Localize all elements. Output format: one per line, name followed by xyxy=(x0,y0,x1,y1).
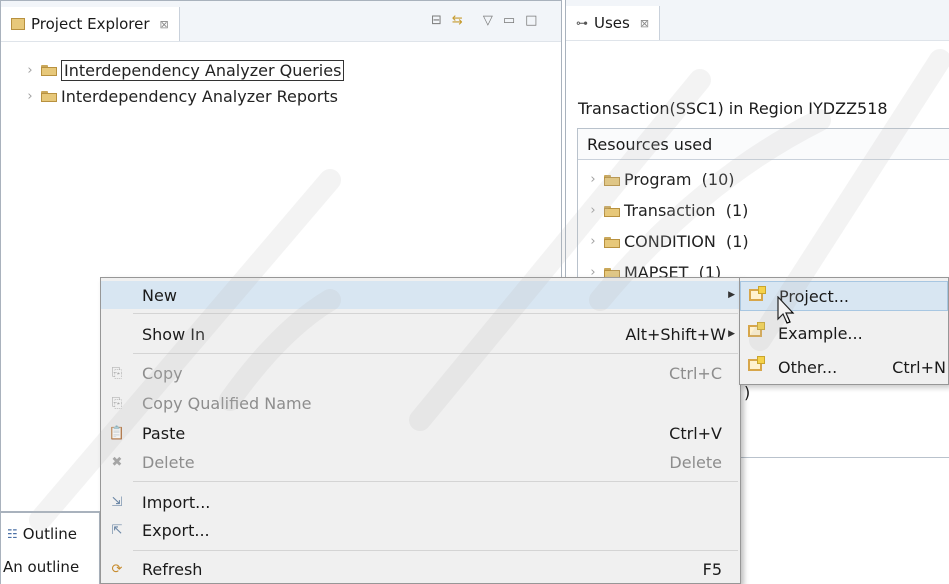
submenu-item-label: Example... xyxy=(778,323,863,343)
export-icon: ⇱ xyxy=(111,522,123,538)
tab-label: Uses xyxy=(594,14,630,32)
chevron-right-icon[interactable]: › xyxy=(23,63,37,78)
new-example-icon xyxy=(748,322,766,343)
menu-separator xyxy=(133,313,738,314)
menu-item-label: New xyxy=(142,285,177,305)
menu-item-label: Export... xyxy=(142,520,210,540)
menu-item-refresh[interactable]: ⟳ Refresh F5 xyxy=(101,555,740,583)
copy-qualified-name-icon: ⎘ xyxy=(111,395,123,411)
tree-item-label: Interdependency Analyzer Reports xyxy=(61,86,338,106)
tab-label: Project Explorer xyxy=(31,15,150,33)
menu-separator xyxy=(133,550,738,551)
tree-item-reports[interactable]: › Interdependency Analyzer Reports xyxy=(23,83,344,109)
menu-item-shortcut: Delete xyxy=(669,452,722,472)
resource-item-condition[interactable]: › CONDITION (1) xyxy=(586,226,949,257)
submenu-item-other[interactable]: Other... Ctrl+N xyxy=(740,352,948,382)
maximize-icon[interactable]: □ xyxy=(525,13,537,28)
link-with-editor-icon[interactable]: ⇆ xyxy=(452,13,463,28)
mouse-cursor-icon xyxy=(777,296,795,324)
menu-item-copy-qualified-name[interactable]: ⎘ Copy Qualified Name xyxy=(101,389,740,417)
folder-icon xyxy=(604,174,620,186)
resources-tree: › Program (10) › Transaction (1) › CONDI… xyxy=(578,160,949,288)
project-explorer-icon xyxy=(11,18,25,30)
resource-label: Transaction (1) xyxy=(624,201,749,220)
project-explorer-tabbar: Project Explorer ⊠ ⊟ ⇆ ▽ ▭ □ xyxy=(1,1,561,42)
refresh-icon: ⟳ xyxy=(111,561,123,577)
uses-icon: ⊶ xyxy=(576,16,588,30)
resource-fragment: ) xyxy=(744,383,751,402)
paste-icon: 📋 xyxy=(108,425,126,441)
resource-label: Program (10) xyxy=(624,170,735,189)
menu-item-import[interactable]: ⇲ Import... xyxy=(101,488,740,516)
tab-close-icon[interactable]: ⊠ xyxy=(160,18,169,31)
tab-outline[interactable]: ☷ Outline xyxy=(7,525,77,543)
tab-project-explorer[interactable]: Project Explorer ⊠ xyxy=(1,7,180,41)
menu-item-label: Import... xyxy=(142,492,211,512)
menu-separator xyxy=(133,353,738,354)
menu-item-show-in[interactable]: Show In Alt+Shift+W ▶ xyxy=(101,320,740,348)
tree-item-label: Interdependency Analyzer Queries xyxy=(61,59,345,81)
menu-item-shortcut: F5 xyxy=(702,559,722,579)
import-icon: ⇲ xyxy=(111,494,123,510)
folder-icon xyxy=(604,205,620,217)
submenu-arrow-icon: ▶ xyxy=(728,290,735,300)
new-project-icon xyxy=(749,286,767,307)
folder-icon xyxy=(41,64,57,76)
view-toolbar: ⊟ ⇆ ▽ ▭ □ xyxy=(431,13,537,28)
context-menu: New ▶ Show In Alt+Shift+W ▶ ⎘ Copy Ctrl+… xyxy=(100,277,741,584)
resource-item-program[interactable]: › Program (10) xyxy=(586,164,949,195)
menu-item-label: Delete xyxy=(142,452,195,472)
folder-icon xyxy=(604,236,620,248)
new-submenu: Project... Example... Other... Ctrl+N xyxy=(739,277,949,385)
column-header-resources[interactable]: Resources used xyxy=(578,129,949,160)
menu-item-export[interactable]: ⇱ Export... xyxy=(101,516,740,544)
menu-item-copy[interactable]: ⎘ Copy Ctrl+C xyxy=(101,359,740,387)
menu-item-label: Show In xyxy=(142,324,206,344)
submenu-item-project[interactable]: Project... xyxy=(740,281,948,311)
uses-subtitle: Transaction(SSC1) in Region IYDZZ518 xyxy=(578,99,888,118)
delete-icon: ✖ xyxy=(111,454,123,470)
chevron-right-icon[interactable]: › xyxy=(586,234,600,249)
menu-item-shortcut: Ctrl+C xyxy=(668,363,722,383)
minimize-icon[interactable]: ▭ xyxy=(503,13,515,28)
uses-tabbar: ⊶ Uses ⊠ xyxy=(566,0,949,41)
chevron-right-icon[interactable]: › xyxy=(23,89,37,104)
tab-label: Outline xyxy=(22,525,78,543)
copy-icon: ⎘ xyxy=(111,365,123,381)
outline-pane: ☷ Outline An outline xyxy=(0,512,100,584)
menu-separator xyxy=(133,481,738,482)
menu-item-new[interactable]: New ▶ xyxy=(101,281,740,309)
project-tree: › Interdependency Analyzer Queries › Int… xyxy=(23,57,345,109)
outline-icon: ☷ xyxy=(7,527,18,541)
submenu-arrow-icon: ▶ xyxy=(728,329,735,339)
menu-item-label: Copy Qualified Name xyxy=(142,393,312,413)
outline-message: An outline xyxy=(3,558,80,576)
chevron-right-icon[interactable]: › xyxy=(586,203,600,218)
submenu-item-example[interactable]: Example... xyxy=(740,318,948,348)
menu-item-shortcut: Ctrl+V xyxy=(669,423,722,443)
tree-item-queries[interactable]: › Interdependency Analyzer Queries xyxy=(23,57,345,83)
resource-label: CONDITION (1) xyxy=(624,232,749,251)
submenu-item-label: Other... xyxy=(778,357,838,377)
collapse-all-icon[interactable]: ⊟ xyxy=(431,13,442,28)
view-menu-icon[interactable]: ▽ xyxy=(483,13,493,28)
menu-item-label: Refresh xyxy=(142,559,203,579)
tab-uses[interactable]: ⊶ Uses ⊠ xyxy=(566,6,661,40)
resource-item-transaction[interactable]: › Transaction (1) xyxy=(586,195,949,226)
submenu-item-shortcut: Ctrl+N xyxy=(892,357,946,377)
menu-item-paste[interactable]: 📋 Paste Ctrl+V xyxy=(101,419,740,447)
folder-icon xyxy=(41,90,57,102)
new-other-icon xyxy=(748,356,766,377)
menu-item-label: Copy xyxy=(142,363,183,383)
menu-item-shortcut: Alt+Shift+W xyxy=(625,324,726,344)
tab-close-icon[interactable]: ⊠ xyxy=(640,17,649,30)
menu-item-label: Paste xyxy=(142,423,186,443)
menu-item-delete[interactable]: ✖ Delete Delete xyxy=(101,448,740,476)
chevron-right-icon[interactable]: › xyxy=(586,172,600,187)
column-header-label: Resources used xyxy=(587,134,713,154)
